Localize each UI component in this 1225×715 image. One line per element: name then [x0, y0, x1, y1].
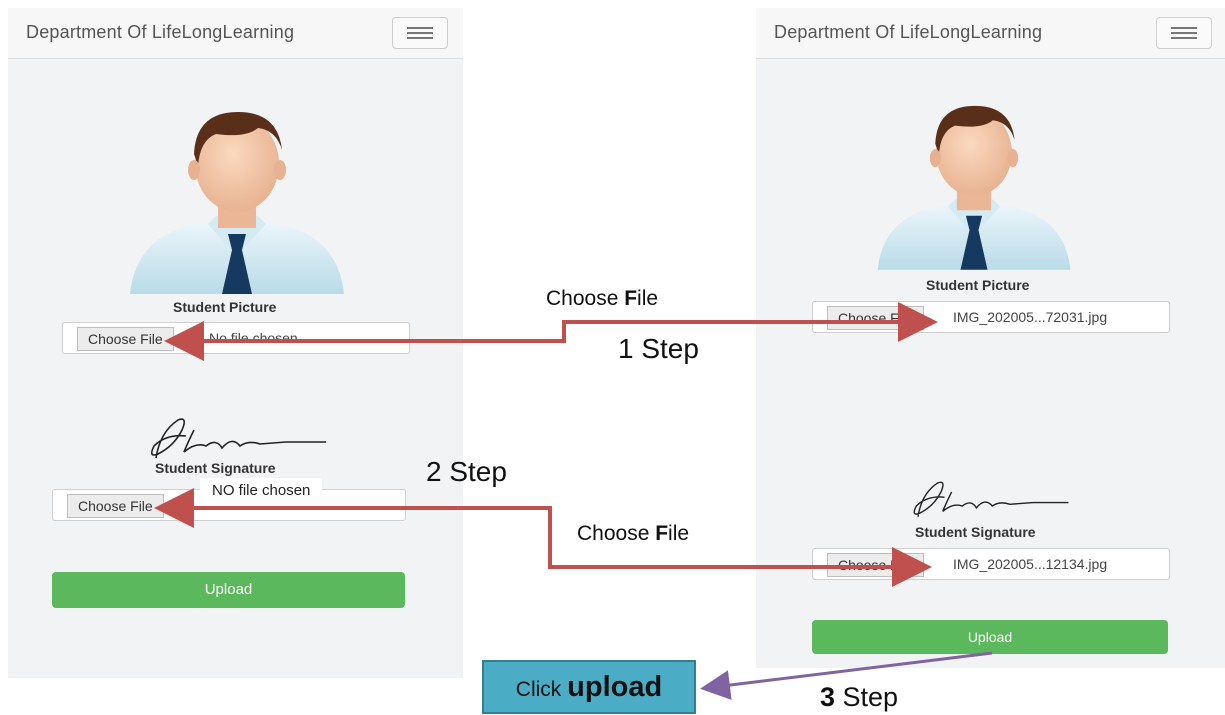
step2-label: 2 Step: [426, 456, 507, 487]
step3-label: 3 Step: [820, 682, 899, 712]
click-upload-callout: Click upload: [482, 660, 696, 714]
annotation-arrows: [154, 302, 993, 700]
step2-hint: Choose File: [577, 522, 690, 545]
step1-hint: Choose File: [546, 287, 659, 310]
step1-arrow: [164, 302, 938, 361]
step2-arrow: [154, 488, 932, 587]
step1-label: 1 Step: [618, 333, 699, 364]
